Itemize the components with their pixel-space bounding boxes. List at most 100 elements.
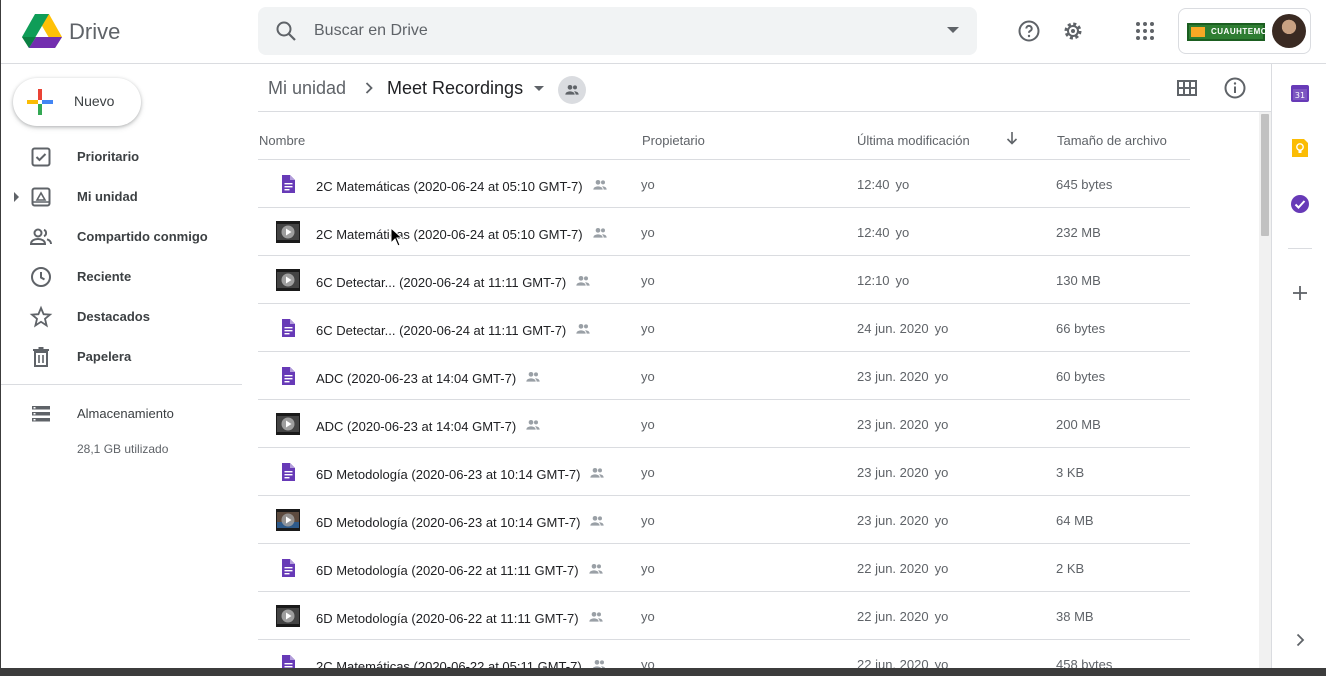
table-row[interactable]: 6D Metodología (2020-06-22 at 11:11 GMT-… — [258, 592, 1190, 640]
column-header-size[interactable]: Tamaño de archivo — [1057, 133, 1167, 148]
file-name-text: 2C Matemáticas (2020-06-24 at 05:10 GMT-… — [316, 179, 583, 194]
modified-date: 24 jun. 2020 — [857, 321, 929, 336]
sidebar-item-recent[interactable]: Reciente — [1, 261, 243, 293]
table-row[interactable]: 6D Metodología (2020-06-22 at 11:11 GMT-… — [258, 544, 1190, 592]
sidebar-item-starred[interactable]: Destacados — [1, 301, 243, 333]
table-row[interactable]: ADC (2020-06-23 at 14:04 GMT-7) yo 23 jun.… — [258, 400, 1190, 448]
file-size: 38 MB — [1056, 609, 1094, 624]
new-button[interactable]: Nuevo — [13, 78, 141, 126]
sidebar-item-trash[interactable]: Papelera — [1, 341, 243, 373]
apps-grid-icon[interactable] — [1133, 19, 1157, 43]
file-name-text: 2C Matemáticas (2020-06-24 at 05:10 GMT-… — [316, 227, 583, 242]
column-header-modified[interactable]: Última modificación — [857, 133, 970, 148]
search-input[interactable] — [314, 15, 914, 47]
file-modified: 12:40 yo — [857, 177, 909, 192]
shared-people-icon — [29, 228, 52, 245]
table-row[interactable]: 2C Matemáticas (2020-06-24 at 05:10 GMT-… — [258, 160, 1190, 208]
shared-folder-badge[interactable] — [558, 76, 586, 104]
avatar[interactable] — [1272, 14, 1306, 48]
folder-menu-dropdown-icon[interactable] — [534, 86, 544, 91]
file-owner: yo — [641, 465, 655, 480]
file-modified: 23 jun. 2020 yo — [857, 513, 948, 528]
breadcrumb-my-drive[interactable]: Mi unidad — [268, 78, 346, 99]
file-name-text: 6D Metodología (2020-06-22 at 11:11 GMT-… — [316, 563, 579, 578]
google-docs-icon — [282, 463, 295, 481]
sidebar-item-label: Compartido conmigo — [77, 229, 208, 244]
sidebar-item-storage[interactable]: Almacenamiento — [1, 398, 243, 430]
search-options-dropdown-icon[interactable] — [947, 27, 959, 33]
file-name: 6D Metodología (2020-06-23 at 10:14 GMT-… — [316, 465, 605, 482]
file-owner: yo — [641, 321, 655, 336]
breadcrumb-current-folder[interactable]: Meet Recordings — [387, 78, 523, 99]
file-owner: yo — [641, 561, 655, 576]
file-name: 6C Detectar... (2020-06-24 at 11:11 GMT-… — [316, 321, 591, 338]
shared-people-icon — [592, 180, 607, 190]
sidebar: Nuevo Prioritario Mi unidad Compartido c… — [1, 64, 243, 676]
search-bar[interactable] — [258, 7, 977, 55]
file-modified: 22 jun. 2020 yo — [857, 609, 948, 624]
organization-logo: CUAUHTEMOC — [1187, 23, 1273, 41]
table-row[interactable]: ADC (2020-06-23 at 14:04 GMT-7) yo 23 jun.… — [258, 352, 1190, 400]
file-name: ADC (2020-06-23 at 14:04 GMT-7) — [316, 417, 541, 434]
column-header-name[interactable]: Nombre — [259, 133, 305, 148]
grid-view-icon[interactable] — [1175, 76, 1199, 100]
keep-notes-icon[interactable] — [1290, 138, 1310, 158]
settings-gear-icon[interactable] — [1061, 19, 1085, 43]
video-thumbnail-icon — [276, 509, 300, 531]
table-row[interactable]: 6D Metodología (2020-06-23 at 10:14 GMT-… — [258, 496, 1190, 544]
sidebar-item-label: Prioritario — [77, 149, 140, 164]
modified-date: 23 jun. 2020 — [857, 465, 929, 480]
modified-by: yo — [895, 177, 910, 192]
file-owner: yo — [641, 177, 655, 192]
help-icon[interactable] — [1017, 19, 1041, 43]
add-addon-plus-icon[interactable] — [1290, 283, 1310, 303]
info-icon[interactable] — [1223, 76, 1247, 100]
file-modified: 23 jun. 2020 yo — [857, 369, 948, 384]
sidebar-divider — [1, 384, 242, 385]
shared-people-icon — [590, 516, 605, 526]
modified-date: 12:40 — [857, 225, 890, 240]
drive-logo-icon[interactable] — [22, 14, 62, 48]
search-icon[interactable] — [274, 19, 298, 43]
video-file-icon — [276, 413, 300, 435]
chevron-right-icon — [365, 82, 373, 94]
file-name-text: 6C Detectar... (2020-06-24 at 11:11 GMT-… — [316, 323, 567, 338]
sidebar-item-label: Papelera — [77, 349, 132, 364]
column-header-owner[interactable]: Propietario — [642, 133, 705, 148]
table-header: Nombre Propietario Última modificación T… — [258, 112, 1190, 160]
video-file-icon — [276, 221, 300, 243]
calendar-icon[interactable]: 31 — [1290, 83, 1310, 103]
expand-arrow-icon[interactable] — [14, 192, 19, 202]
scrollbar-thumb[interactable] — [1261, 114, 1269, 236]
table-row[interactable]: 6C Detectar... (2020-06-24 at 11:11 GMT-… — [258, 256, 1190, 304]
sort-descending-arrow-icon[interactable] — [1004, 130, 1020, 146]
file-modified: 12:40 yo — [857, 225, 909, 240]
my-drive-icon — [31, 187, 51, 207]
modified-by: yo — [934, 513, 949, 528]
table-row[interactable]: 6D Metodología (2020-06-23 at 10:14 GMT-… — [258, 448, 1190, 496]
drive-brand-text: Drive — [69, 19, 121, 44]
modified-by: yo — [934, 321, 949, 336]
sidebar-item-shared-with-me[interactable]: Compartido conmigo — [1, 221, 243, 253]
new-button-label: Nuevo — [74, 93, 115, 109]
sidebar-item-my-drive[interactable]: Mi unidad — [1, 181, 243, 213]
modified-by: yo — [934, 561, 949, 576]
shared-people-icon — [576, 324, 590, 334]
sidebar-item-priority[interactable]: Prioritario — [1, 141, 243, 173]
file-size: 60 bytes — [1056, 369, 1106, 384]
expand-panel-chevron-icon[interactable] — [1290, 630, 1310, 650]
file-name: 2C Matemáticas (2020-06-24 at 05:10 GMT-… — [316, 225, 608, 242]
side-panel-divider — [1288, 248, 1312, 249]
vertical-scrollbar[interactable] — [1259, 112, 1271, 668]
modified-by: yo — [895, 273, 910, 288]
star-icon — [29, 305, 53, 328]
tasks-icon[interactable] — [1290, 194, 1310, 214]
file-owner: yo — [641, 273, 655, 288]
account-switcher[interactable]: CUAUHTEMOC — [1178, 8, 1311, 54]
file-owner: yo — [641, 417, 655, 432]
modified-date: 23 jun. 2020 — [857, 513, 929, 528]
table-row[interactable]: 6C Detectar... (2020-06-24 at 11:11 GMT-… — [258, 304, 1190, 352]
sidebar-item-label: Almacenamiento — [77, 406, 174, 421]
file-owner: yo — [641, 369, 655, 384]
file-name-text: ADC (2020-06-23 at 14:04 GMT-7) — [316, 419, 517, 434]
